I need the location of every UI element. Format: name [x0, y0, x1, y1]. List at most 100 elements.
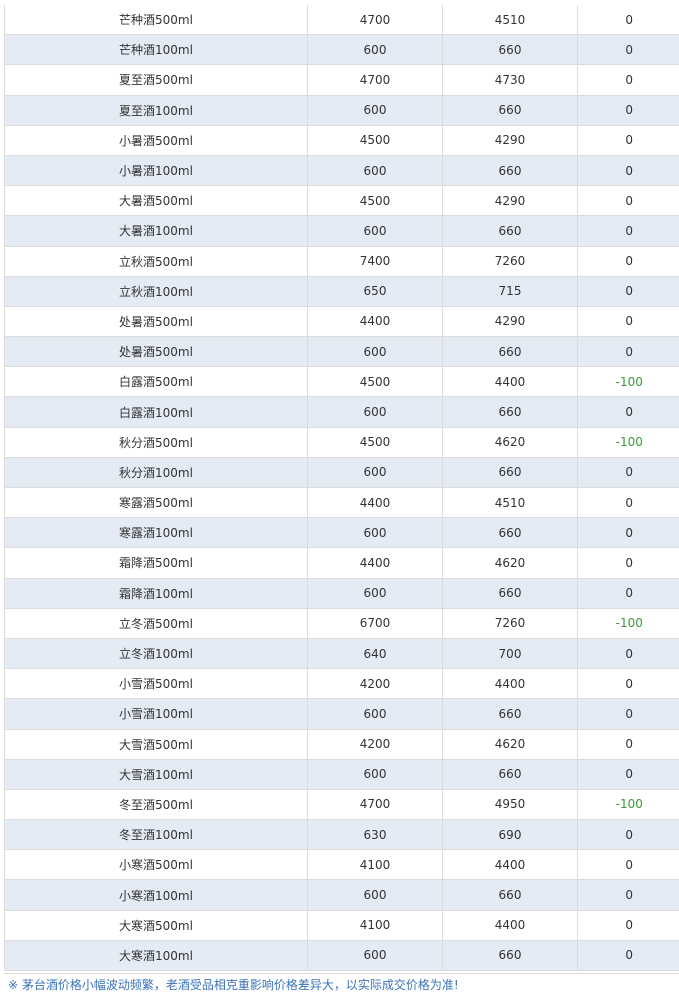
price-change-cell: 0	[578, 35, 679, 65]
price-value-cell: 690	[443, 820, 578, 850]
product-name-cell: 寒露酒500ml	[5, 488, 308, 518]
price-change-cell: 0	[578, 216, 679, 246]
product-name-cell: 霜降酒500ml	[5, 548, 308, 578]
price-change-cell: 0	[578, 880, 679, 910]
product-name-cell: 小暑酒100ml	[5, 155, 308, 185]
price-change-cell: -100	[578, 789, 679, 819]
table-row: 立冬酒100ml6407000	[5, 638, 679, 668]
price-value-cell: 4500	[308, 427, 443, 457]
product-name-cell: 立秋酒100ml	[5, 276, 308, 306]
product-name-cell: 小寒酒500ml	[5, 850, 308, 880]
table-row: 大暑酒500ml450042900	[5, 186, 679, 216]
price-change-cell: 0	[578, 155, 679, 185]
price-change-cell: 0	[578, 699, 679, 729]
product-name-cell: 大雪酒100ml	[5, 759, 308, 789]
price-value-cell: 4400	[308, 488, 443, 518]
table-row: 大雪酒500ml420046200	[5, 729, 679, 759]
table-row: 处暑酒500ml440042900	[5, 306, 679, 336]
price-value-cell: 600	[308, 35, 443, 65]
price-change-cell: 0	[578, 457, 679, 487]
product-name-cell: 大暑酒500ml	[5, 186, 308, 216]
table-row: 寒露酒500ml440045100	[5, 488, 679, 518]
product-name-cell: 大暑酒100ml	[5, 216, 308, 246]
price-value-cell: 600	[308, 759, 443, 789]
table-row: 小寒酒500ml410044000	[5, 850, 679, 880]
price-change-cell: 0	[578, 246, 679, 276]
price-change-cell: 0	[578, 337, 679, 367]
price-value-cell: 660	[443, 759, 578, 789]
price-change-cell: 0	[578, 125, 679, 155]
price-value-cell: 4290	[443, 125, 578, 155]
table-row: 霜降酒100ml6006600	[5, 578, 679, 608]
table-row: 芒种酒500ml470045100	[5, 5, 679, 35]
price-value-cell: 4510	[443, 5, 578, 35]
table-row: 小暑酒500ml450042900	[5, 125, 679, 155]
table-row: 夏至酒500ml470047300	[5, 65, 679, 95]
price-table-body: 芒种酒500ml470045100芒种酒100ml6006600夏至酒500ml…	[5, 5, 679, 971]
price-change-cell: 0	[578, 729, 679, 759]
price-change-cell: 0	[578, 669, 679, 699]
price-change-cell: -100	[578, 427, 679, 457]
price-value-cell: 660	[443, 880, 578, 910]
price-change-cell: 0	[578, 95, 679, 125]
price-value-cell: 660	[443, 940, 578, 970]
price-change-cell: -100	[578, 608, 679, 638]
price-value-cell: 600	[308, 95, 443, 125]
price-change-cell: 0	[578, 186, 679, 216]
table-row: 小寒酒100ml6006600	[5, 880, 679, 910]
product-name-cell: 芒种酒500ml	[5, 5, 308, 35]
product-name-cell: 小雪酒500ml	[5, 669, 308, 699]
price-value-cell: 4100	[308, 910, 443, 940]
price-value-cell: 4510	[443, 488, 578, 518]
product-name-cell: 秋分酒100ml	[5, 457, 308, 487]
product-name-cell: 秋分酒500ml	[5, 427, 308, 457]
price-value-cell: 600	[308, 880, 443, 910]
table-row: 芒种酒100ml6006600	[5, 35, 679, 65]
price-value-cell: 7260	[443, 246, 578, 276]
table-row: 白露酒500ml45004400-100	[5, 367, 679, 397]
price-value-cell: 650	[308, 276, 443, 306]
price-change-cell: 0	[578, 5, 679, 35]
product-name-cell: 小暑酒500ml	[5, 125, 308, 155]
table-row: 霜降酒500ml440046200	[5, 548, 679, 578]
price-value-cell: 700	[443, 638, 578, 668]
price-value-cell: 600	[308, 518, 443, 548]
price-value-cell: 4400	[308, 306, 443, 336]
price-value-cell: 4620	[443, 548, 578, 578]
table-row: 立秋酒100ml6507150	[5, 276, 679, 306]
table-row: 小暑酒100ml6006600	[5, 155, 679, 185]
price-value-cell: 4950	[443, 789, 578, 819]
product-name-cell: 处暑酒500ml	[5, 337, 308, 367]
price-change-cell: 0	[578, 820, 679, 850]
price-value-cell: 640	[308, 638, 443, 668]
product-name-cell: 立秋酒500ml	[5, 246, 308, 276]
table-row: 立秋酒500ml740072600	[5, 246, 679, 276]
price-change-cell: 0	[578, 518, 679, 548]
price-value-cell: 660	[443, 155, 578, 185]
price-value-cell: 4290	[443, 306, 578, 336]
price-value-cell: 660	[443, 457, 578, 487]
table-row: 小雪酒100ml6006600	[5, 699, 679, 729]
table-row: 夏至酒100ml6006600	[5, 95, 679, 125]
price-value-cell: 600	[308, 337, 443, 367]
product-name-cell: 大寒酒500ml	[5, 910, 308, 940]
product-name-cell: 冬至酒100ml	[5, 820, 308, 850]
product-name-cell: 夏至酒500ml	[5, 65, 308, 95]
price-change-cell: 0	[578, 276, 679, 306]
price-value-cell: 660	[443, 699, 578, 729]
price-change-cell: 0	[578, 638, 679, 668]
price-change-cell: 0	[578, 940, 679, 970]
price-value-cell: 7260	[443, 608, 578, 638]
price-value-cell: 4700	[308, 65, 443, 95]
product-name-cell: 小雪酒100ml	[5, 699, 308, 729]
product-name-cell: 大寒酒100ml	[5, 940, 308, 970]
product-name-cell: 霜降酒100ml	[5, 578, 308, 608]
table-row: 秋分酒100ml6006600	[5, 457, 679, 487]
table-row: 冬至酒500ml47004950-100	[5, 789, 679, 819]
price-value-cell: 4400	[443, 850, 578, 880]
price-value-cell: 600	[308, 397, 443, 427]
price-change-cell: 0	[578, 488, 679, 518]
table-row: 大雪酒100ml6006600	[5, 759, 679, 789]
table-row: 秋分酒500ml45004620-100	[5, 427, 679, 457]
price-value-cell: 660	[443, 518, 578, 548]
